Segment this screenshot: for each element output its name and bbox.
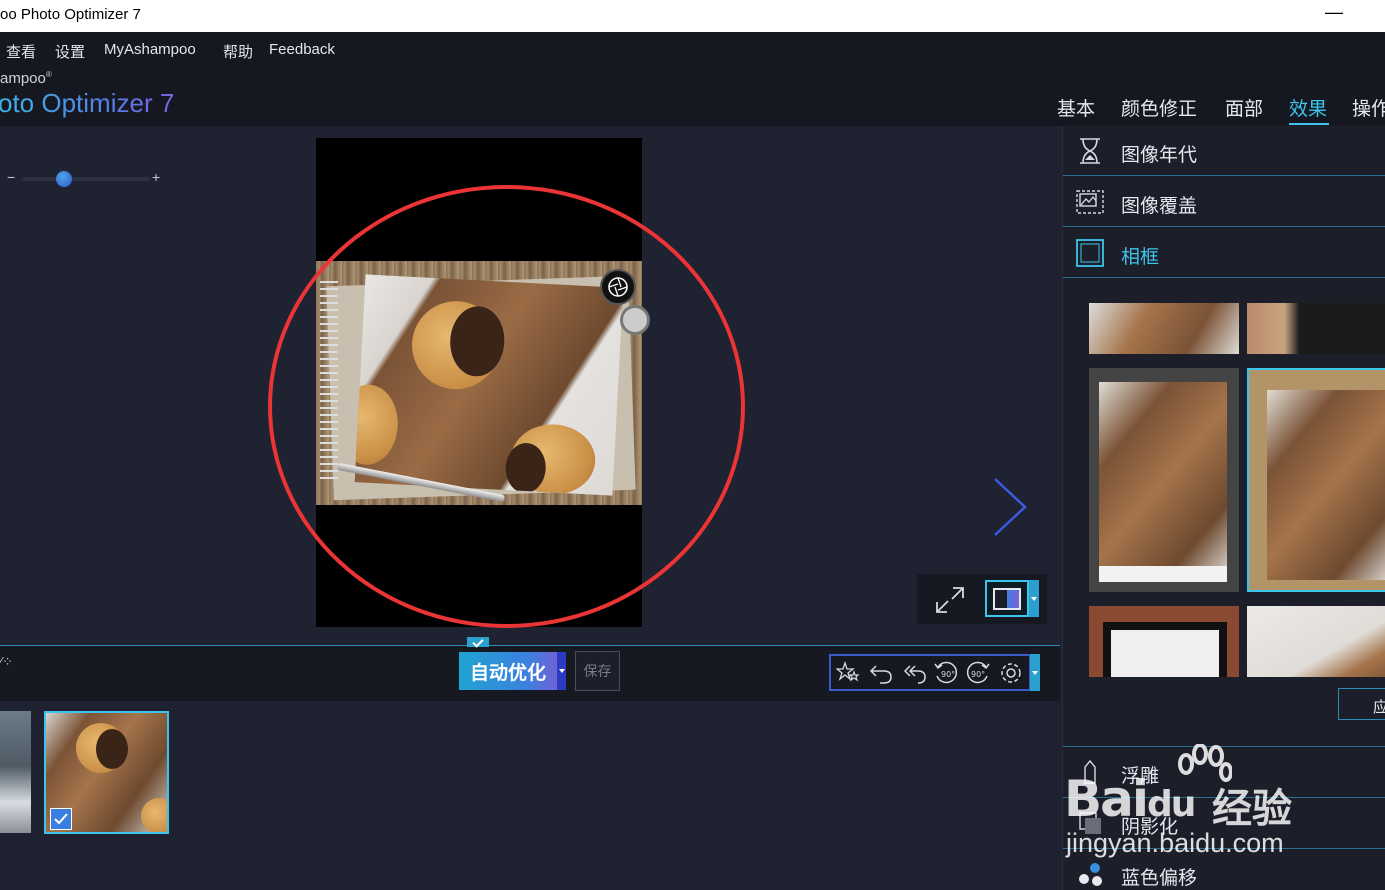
save-button[interactable]: 保存 bbox=[575, 651, 620, 691]
frame-preset-selected[interactable] bbox=[1247, 368, 1385, 592]
sidebar-item-emboss[interactable]: 浮雕 bbox=[1063, 746, 1385, 796]
frame-preset[interactable] bbox=[1089, 368, 1239, 592]
tools-dropdown[interactable] bbox=[1030, 654, 1040, 691]
frame-preset[interactable] bbox=[1089, 606, 1239, 677]
tab-effects[interactable]: 效果 bbox=[1289, 94, 1327, 121]
fullscreen-icon[interactable] bbox=[933, 584, 967, 616]
before-after-button[interactable] bbox=[985, 580, 1029, 617]
sidebar-item-label: 图像年代 bbox=[1121, 145, 1198, 166]
sidebar-item-label: 蓝色偏移 bbox=[1121, 868, 1198, 889]
title-bar: oo Photo Optimizer 7 — bbox=[0, 0, 1385, 32]
tool-glyph[interactable]: ⁄⁘ bbox=[0, 655, 13, 668]
tab-operations[interactable]: 操作 bbox=[1352, 94, 1385, 121]
sidebar-item-shadow[interactable]: 阴影化 bbox=[1063, 797, 1385, 847]
frame-presets-grid bbox=[1089, 302, 1385, 677]
view-controls bbox=[917, 574, 1047, 624]
active-tab-indicator bbox=[1289, 123, 1329, 125]
auto-optimize-button[interactable]: 自动优化 bbox=[459, 652, 557, 690]
selected-checkbox[interactable] bbox=[50, 808, 72, 830]
aperture-icon bbox=[600, 269, 636, 305]
frame-icon bbox=[1076, 239, 1104, 267]
sidebar-item-label: 阴影化 bbox=[1121, 817, 1179, 838]
app-header: ampoo® oto Optimizer 7 基本 颜色修正 面部 效果 操作 bbox=[0, 68, 1385, 126]
svg-text:90°: 90° bbox=[941, 670, 955, 679]
frame-preset[interactable] bbox=[1089, 303, 1239, 354]
menu-feedback[interactable]: Feedback bbox=[269, 41, 335, 58]
sidebar-item-image-age[interactable]: 图像年代 bbox=[1063, 126, 1385, 176]
image-overlay-icon bbox=[1076, 190, 1104, 214]
cookie-photo bbox=[354, 274, 624, 496]
next-image-arrow-icon[interactable] bbox=[990, 476, 1030, 538]
menu-settings[interactable]: 设置 bbox=[55, 41, 85, 62]
filmstrip bbox=[0, 701, 1060, 890]
sidebar-item-image-overlay[interactable]: 图像覆盖 bbox=[1063, 177, 1385, 227]
menu-myashampoo[interactable]: MyAshampoo bbox=[104, 41, 196, 58]
brand-logo: oto Optimizer 7 bbox=[0, 88, 175, 118]
zoom-in-button[interactable]: + bbox=[152, 169, 160, 185]
auto-optimize-dropdown[interactable] bbox=[557, 652, 566, 690]
menu-help[interactable]: 帮助 bbox=[223, 41, 253, 62]
blue-shift-icon bbox=[1079, 863, 1102, 886]
thumbnail-previous[interactable] bbox=[0, 711, 31, 833]
split-view-icon bbox=[993, 588, 1021, 610]
edit-tools-group: 90° 90° bbox=[829, 654, 1031, 691]
effects-panel: 图像年代 图像覆盖 相框 应 浮雕 阴影化 蓝色偏移 bbox=[1062, 126, 1385, 890]
clock-icon bbox=[620, 305, 650, 335]
magic-stars-icon[interactable] bbox=[835, 659, 863, 687]
tab-face[interactable]: 面部 bbox=[1225, 94, 1263, 121]
menu-view[interactable]: 查看 bbox=[6, 41, 36, 62]
shadow-icon bbox=[1079, 812, 1101, 834]
rotate-right-90-icon[interactable]: 90° bbox=[964, 659, 992, 687]
zoom-slider-knob[interactable] bbox=[56, 171, 73, 187]
sidebar-item-blue-shift[interactable]: 蓝色偏移 bbox=[1063, 848, 1385, 890]
emboss-icon bbox=[1084, 759, 1096, 784]
wood-frame bbox=[316, 261, 650, 505]
minimize-button[interactable]: — bbox=[1322, 3, 1346, 24]
frame-preset[interactable] bbox=[1247, 303, 1385, 354]
brand-small: ampoo® bbox=[0, 70, 52, 87]
image-canvas[interactable] bbox=[316, 138, 650, 627]
hourglass-icon bbox=[1080, 138, 1100, 164]
sidebar-item-label: 图像覆盖 bbox=[1121, 196, 1198, 217]
gear-icon[interactable] bbox=[997, 659, 1025, 687]
sidebar-item-label: 相框 bbox=[1121, 247, 1160, 268]
tab-color-correction[interactable]: 颜色修正 bbox=[1121, 94, 1197, 121]
view-mode-dropdown[interactable] bbox=[1029, 580, 1039, 617]
sidebar-item-label: 浮雕 bbox=[1121, 766, 1160, 787]
undo-icon[interactable] bbox=[867, 659, 895, 687]
zoom-slider-track[interactable] bbox=[22, 177, 150, 181]
rotate-left-90-icon[interactable]: 90° bbox=[932, 659, 960, 687]
frame-preset[interactable] bbox=[1247, 606, 1385, 677]
tab-basic[interactable]: 基本 bbox=[1057, 94, 1095, 121]
bottom-toolbar: ⁄⁘ 自动优化 保存 90° 90° bbox=[0, 637, 1060, 701]
preview-area: − + bbox=[0, 126, 1060, 646]
apply-button[interactable]: 应 bbox=[1338, 688, 1385, 720]
collapse-toggle[interactable] bbox=[467, 637, 489, 647]
sidebar-item-frame[interactable]: 相框 bbox=[1063, 228, 1385, 278]
zoom-out-button[interactable]: − bbox=[7, 169, 15, 185]
menu-bar: 查看 设置 MyAshampoo 帮助 Feedback bbox=[0, 32, 1385, 68]
notebook-spiral bbox=[320, 281, 338, 481]
undo-all-icon[interactable] bbox=[900, 659, 928, 687]
thumbnail-selected[interactable] bbox=[44, 711, 169, 834]
window-title: oo Photo Optimizer 7 bbox=[0, 6, 141, 23]
svg-text:90°: 90° bbox=[971, 670, 985, 679]
